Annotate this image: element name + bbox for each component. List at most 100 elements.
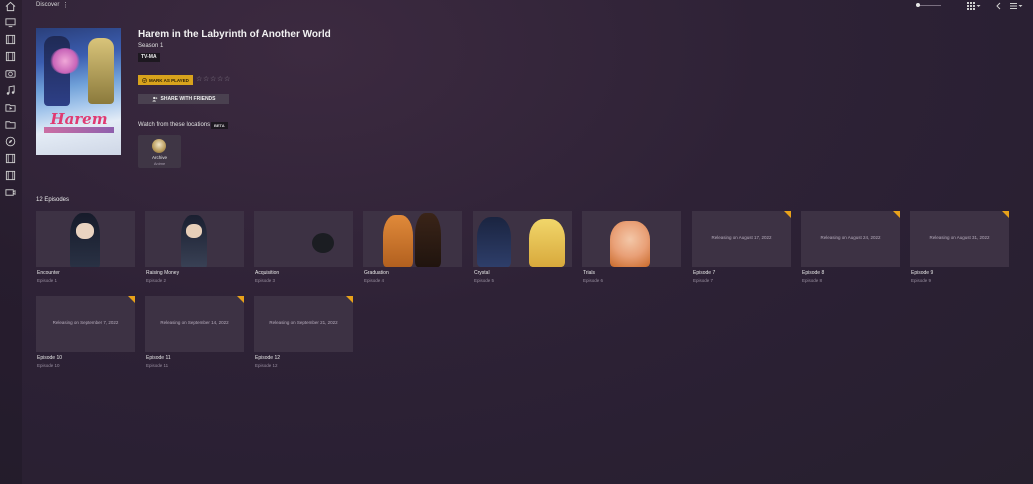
episode-thumbnail: Releasing on September 21, 2022 — [254, 296, 353, 352]
video-folder-icon[interactable] — [5, 102, 16, 113]
episode-thumbnail: Releasing on August 17, 2022 — [692, 211, 791, 267]
check-circle-icon — [142, 77, 147, 83]
episode-thumbnail — [582, 211, 681, 267]
unwatched-corner — [237, 296, 244, 303]
star-icon[interactable]: ☆ — [196, 75, 202, 84]
list-menu-icon[interactable] — [1010, 2, 1017, 10]
top-bar: Discover ⋮ — [22, 0, 1033, 12]
music-icon[interactable] — [5, 85, 16, 96]
share-users-icon — [151, 96, 157, 102]
episode-card[interactable]: Encounter Episode 1 — [36, 211, 135, 283]
episode-title: Raising Money — [146, 270, 180, 276]
chevron-down-icon[interactable] — [976, 2, 981, 10]
episode-title: Crystal — [474, 270, 490, 276]
content-rating-badge: TV-MA — [138, 53, 160, 62]
page-title: Discover — [36, 2, 60, 8]
episode-card[interactable]: Crystal Episode 5 — [473, 211, 572, 283]
location-library: Anime — [153, 161, 166, 166]
episode-thumbnail — [473, 211, 572, 267]
episode-number: Episode 3 — [255, 278, 276, 283]
release-date: Releasing on September 21, 2022 — [269, 320, 338, 325]
server-avatar — [152, 139, 166, 153]
film-icon[interactable] — [5, 153, 16, 164]
unwatched-corner — [1002, 211, 1009, 218]
film-icon[interactable] — [5, 51, 16, 62]
chevron-down-icon[interactable] — [1018, 2, 1023, 10]
release-date: Releasing on August 24, 2022 — [820, 235, 881, 240]
grid-view-icon[interactable] — [967, 2, 975, 10]
release-date: Releasing on August 17, 2022 — [711, 235, 772, 240]
episode-title: Episode 9 — [911, 270, 934, 276]
episode-card[interactable]: Releasing on August 31, 2022 Episode 9 E… — [910, 211, 1009, 283]
vertical-dots-icon[interactable]: ⋮ — [62, 1, 69, 9]
unwatched-corner — [893, 211, 900, 218]
episode-number: Episode 10 — [37, 363, 60, 368]
episode-thumbnail — [145, 211, 244, 267]
episode-title: Episode 8 — [802, 270, 825, 276]
monitor-icon[interactable] — [5, 17, 16, 28]
episode-title: Graduation — [364, 270, 389, 276]
episode-thumbnail: Releasing on August 24, 2022 — [801, 211, 900, 267]
episode-card[interactable]: Releasing on August 17, 2022 Episode 7 E… — [692, 211, 791, 283]
episode-title: Acquisition — [255, 270, 280, 276]
share-with-friends-button[interactable]: SHARE WITH FRIENDS — [138, 94, 229, 104]
episode-title: Episode 12 — [255, 355, 281, 361]
episode-number: Episode 5 — [474, 278, 495, 283]
poster-orb — [50, 48, 80, 74]
beta-badge: BETA — [211, 122, 228, 129]
unwatched-corner — [784, 211, 791, 218]
season-label: Season 1 — [138, 43, 164, 49]
star-icon[interactable]: ☆ — [224, 75, 230, 84]
episode-title: Trials — [583, 270, 596, 276]
poster-figure — [88, 38, 114, 104]
episode-card[interactable]: Releasing on September 7, 2022 Episode 1… — [36, 296, 135, 368]
size-slider-track[interactable] — [917, 5, 941, 6]
size-slider-thumb[interactable] — [916, 3, 920, 7]
episode-title: Episode 7 — [693, 270, 716, 276]
episode-card[interactable]: Raising Money Episode 2 — [145, 211, 244, 283]
back-icon[interactable] — [996, 2, 1001, 10]
mark-as-played-label: MARK AS PLAYED — [149, 77, 189, 83]
episode-card[interactable]: Graduation Episode 4 — [363, 211, 462, 283]
share-label: SHARE WITH FRIENDS — [160, 96, 216, 102]
compass-icon[interactable] — [5, 136, 16, 147]
star-icon[interactable]: ☆ — [217, 75, 223, 84]
episode-thumbnail: Releasing on September 14, 2022 — [145, 296, 244, 352]
show-poster[interactable]: Harem — [36, 28, 121, 155]
episode-number: Episode 9 — [911, 278, 932, 283]
location-name: Archive — [151, 155, 167, 160]
star-rating[interactable]: ☆ ☆ ☆ ☆ ☆ — [196, 75, 230, 84]
show-title: Harem in the Labyrinth of Another World — [138, 29, 331, 40]
episode-title: Episode 11 — [146, 355, 171, 361]
episode-card[interactable]: Releasing on August 24, 2022 Episode 8 E… — [801, 211, 900, 283]
episode-number: Episode 12 — [255, 363, 278, 368]
episodes-heading: 12 Episodes — [36, 197, 70, 203]
watch-locations-label: Watch from these locations — [138, 122, 211, 128]
episode-thumbnail: Releasing on September 7, 2022 — [36, 296, 135, 352]
film-icon[interactable] — [5, 34, 16, 45]
folder-icon[interactable] — [5, 119, 16, 130]
film-icon[interactable] — [5, 170, 16, 181]
star-icon[interactable]: ☆ — [203, 75, 209, 84]
poster-logo: Harem — [50, 110, 108, 128]
episode-card[interactable]: Releasing on September 14, 2022 Episode … — [145, 296, 244, 368]
episode-card[interactable]: Releasing on September 21, 2022 Episode … — [254, 296, 353, 368]
camera-icon[interactable] — [5, 68, 16, 79]
episode-number: Episode 11 — [146, 363, 169, 368]
home-icon[interactable] — [5, 1, 16, 12]
sidebar — [0, 0, 22, 484]
star-icon[interactable]: ☆ — [210, 75, 216, 84]
release-date: Releasing on September 14, 2022 — [160, 320, 229, 325]
episode-thumbnail — [36, 211, 135, 267]
release-date: Releasing on September 7, 2022 — [52, 320, 119, 325]
playlist-icon[interactable] — [5, 187, 16, 198]
unwatched-corner — [346, 296, 353, 303]
episode-card[interactable]: Acquisition Episode 3 — [254, 211, 353, 283]
episode-thumbnail — [254, 211, 353, 267]
episode-number: Episode 4 — [364, 278, 385, 283]
mark-as-played-button[interactable]: MARK AS PLAYED — [138, 75, 193, 85]
unwatched-corner — [128, 296, 135, 303]
location-card-archive[interactable]: Archive Anime — [138, 135, 181, 168]
episode-card[interactable]: Trials Episode 6 — [582, 211, 681, 283]
episode-number: Episode 7 — [693, 278, 714, 283]
